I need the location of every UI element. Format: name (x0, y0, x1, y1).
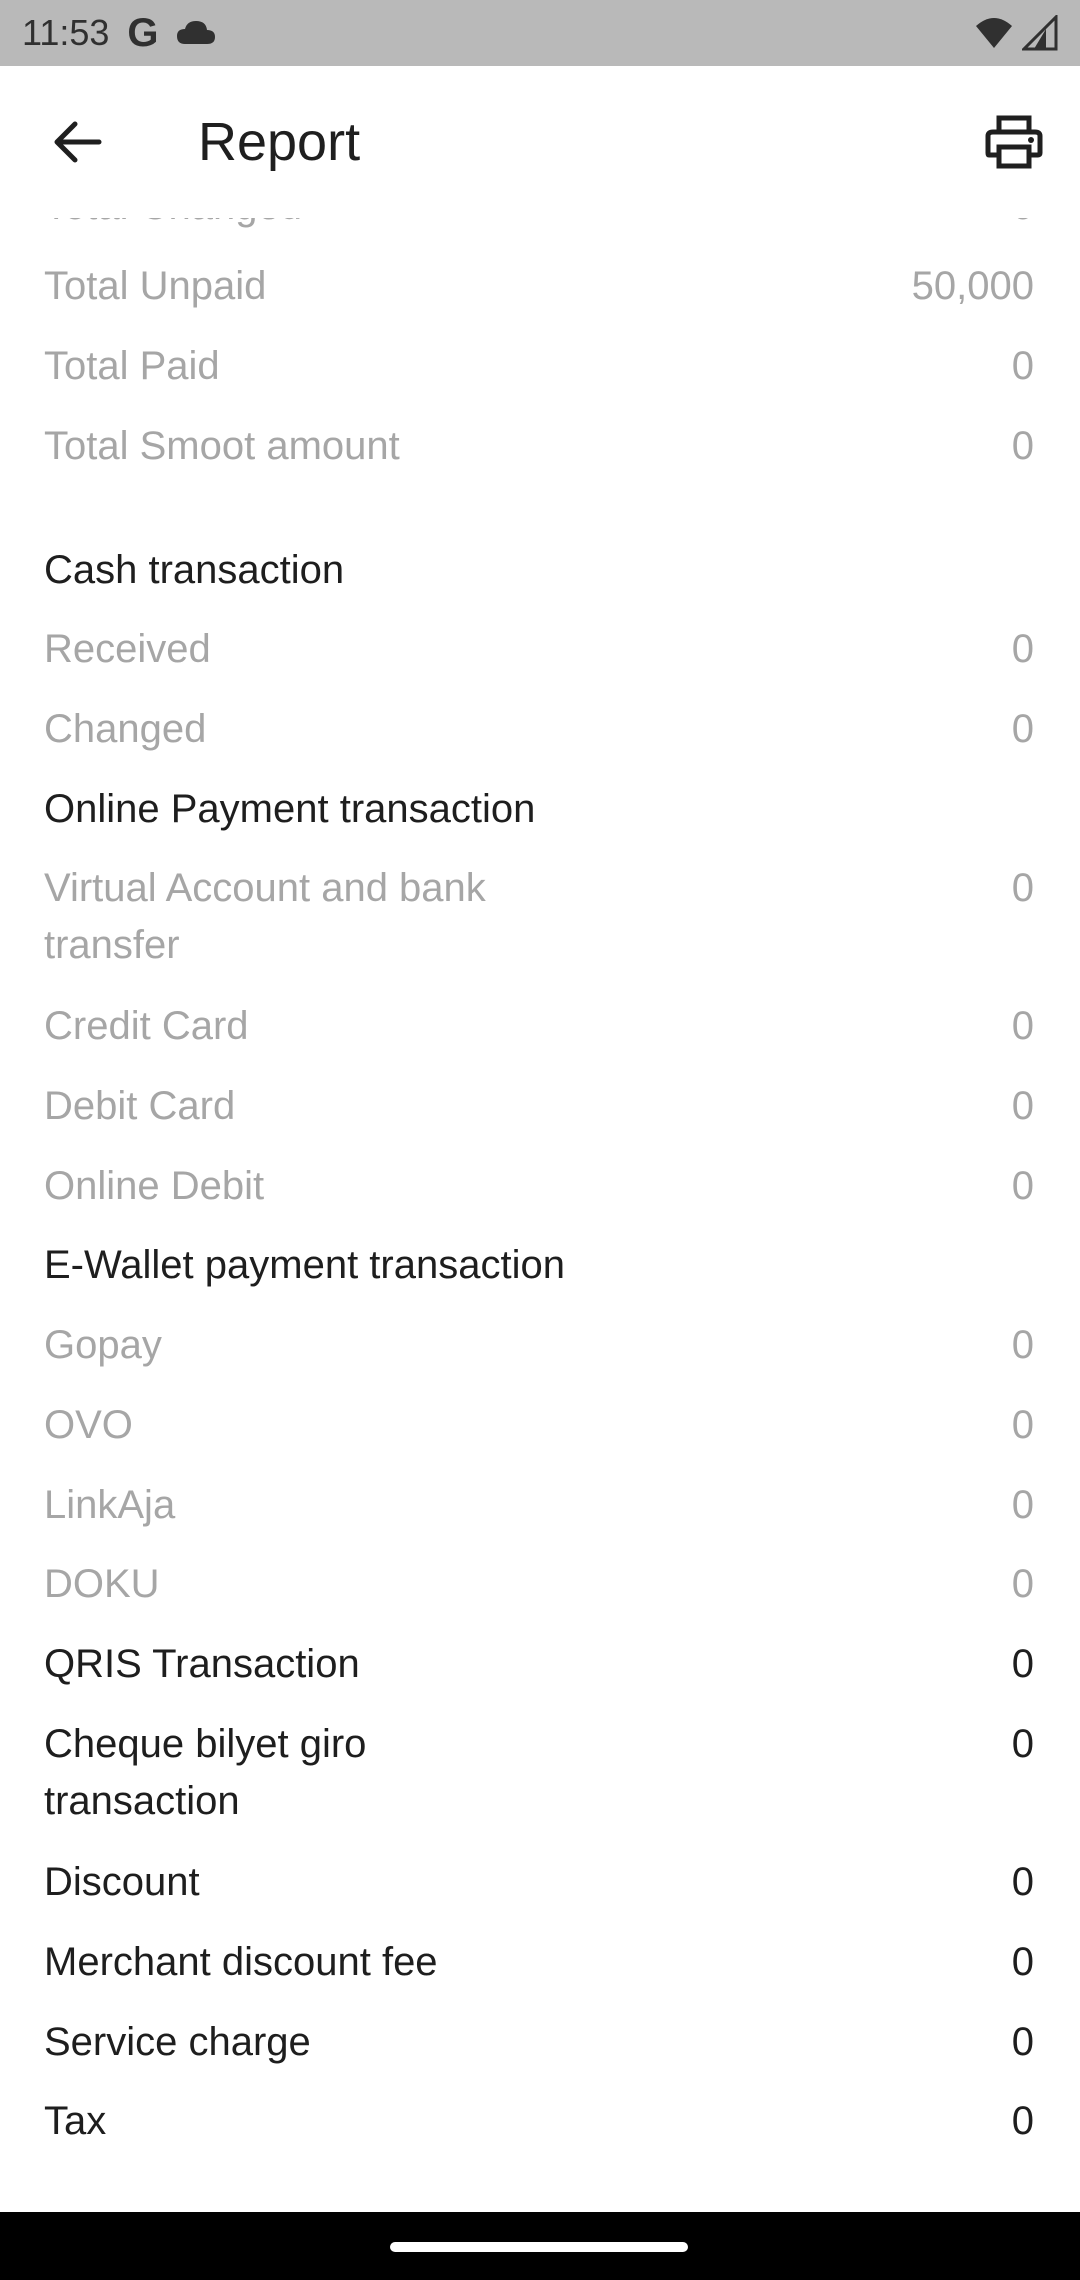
row-value: 0 (1011, 1642, 1034, 1686)
row-total-smoot-amount: Total Smoot amount 0 (44, 418, 1034, 475)
section-online-payment: Online Payment transaction (44, 787, 536, 831)
row-label: Received (44, 627, 211, 671)
row-ovo: OVO 0 (44, 1397, 1034, 1454)
row-merchant-discount-fee: Merchant discount fee 0 (44, 1934, 1034, 1991)
row-value: 0 (1011, 1860, 1034, 1904)
row-value: 0 (1011, 344, 1034, 388)
google-icon: G (127, 10, 159, 55)
row-tax: Tax 0 (44, 2093, 1034, 2150)
row-value: 0 (1011, 1562, 1034, 1606)
row-label: OVO (44, 1403, 133, 1447)
row-value: 0 (1011, 1722, 1034, 1766)
row-value: 0 (1011, 1940, 1034, 1984)
back-button[interactable] (28, 92, 128, 192)
cloud-icon (176, 21, 215, 44)
row-value: 0 (1011, 1403, 1034, 1447)
row-total-paid: Total Paid 0 (44, 338, 1034, 395)
row-label: Merchant discount fee (44, 1940, 438, 1984)
row-doku: DOKU 0 (44, 1556, 1034, 1613)
row-label: Changed (44, 707, 207, 751)
arrow-left-icon (54, 121, 102, 163)
row-label: Discount (44, 1860, 200, 1904)
section-ewallet-payment: E-Wallet payment transaction (44, 1243, 565, 1287)
row-value: 0 (1011, 1164, 1034, 1208)
row-debit-card: Debit Card 0 (44, 1078, 1034, 1135)
row-cheque-bilyet-giro: Cheque bilyet giro transaction 0 (44, 1716, 1034, 1830)
status-time: 11:53 (22, 12, 110, 53)
row-value: 0 (1011, 1004, 1034, 1048)
row-label: Cheque bilyet giro transaction (44, 1722, 367, 1823)
row-label: Gopay (44, 1323, 162, 1367)
navigation-bar (0, 2212, 1080, 2280)
row-value: 50,000 (911, 264, 1034, 308)
row-label: Total Unpaid (44, 264, 267, 308)
row-credit-card: Credit Card 0 (44, 998, 1034, 1055)
row-label: Total Changed (44, 218, 302, 235)
status-icons (974, 15, 1058, 51)
row-discount: Discount 0 (44, 1854, 1034, 1911)
row-label: Debit Card (44, 1084, 236, 1128)
row-value: 0 (1012, 218, 1034, 235)
signal-icon (1022, 15, 1058, 51)
section-cash-transaction: Cash transaction (44, 548, 345, 592)
row-label: Virtual Account and bank transfer (44, 866, 486, 967)
home-gesture-handle[interactable] (390, 2242, 688, 2252)
report-content[interactable]: Total Changed 0 Total Unpaid 50,000 Tota… (0, 218, 1080, 2212)
row-linkaja: LinkAja 0 (44, 1477, 1034, 1534)
row-label: Service charge (44, 2020, 311, 2064)
printer-icon (985, 115, 1043, 169)
row-received: Received 0 (44, 621, 1034, 678)
row-value: 0 (1011, 424, 1034, 468)
row-label: DOKU (44, 1562, 160, 1606)
status-bar: 11:53 G (0, 0, 1080, 66)
app-bar: Report (0, 66, 1080, 218)
row-service-charge: Service charge 0 (44, 2014, 1034, 2071)
row-changed: Changed 0 (44, 701, 1034, 758)
row-gopay: Gopay 0 (44, 1317, 1034, 1374)
row-label: Total Paid (44, 344, 220, 388)
row-qris-transaction: QRIS Transaction 0 (44, 1636, 1034, 1693)
wifi-icon (976, 18, 1012, 48)
row-value: 0 (1011, 1323, 1034, 1367)
row-value: 0 (1011, 2099, 1034, 2143)
row-label: QRIS Transaction (44, 1642, 360, 1686)
row-value: 0 (1011, 2020, 1034, 2064)
report-screen: 11:53 G Report Total Unpaid 50,000 Total… (0, 0, 1080, 2280)
row-label: Credit Card (44, 1004, 249, 1048)
row-label: LinkAja (44, 1483, 176, 1527)
page-title: Report (198, 112, 361, 172)
row-label: Total Smoot amount (44, 424, 400, 468)
row-value: 0 (1011, 627, 1034, 671)
row-label: Tax (44, 2099, 107, 2143)
row-value: 0 (1011, 1084, 1034, 1128)
row-value: 0 (1011, 707, 1034, 751)
row-total-changed: Total Changed 0 (44, 218, 1034, 235)
row-online-debit: Online Debit 0 (44, 1158, 1034, 1215)
print-button[interactable] (972, 100, 1056, 184)
row-value: 0 (1011, 1483, 1034, 1527)
row-virtual-account: Virtual Account and bank transfer 0 (44, 860, 1034, 974)
row-label: Online Debit (44, 1164, 265, 1208)
row-value: 0 (1011, 866, 1034, 910)
row-total-unpaid: Total Unpaid 50,000 (44, 258, 1034, 315)
